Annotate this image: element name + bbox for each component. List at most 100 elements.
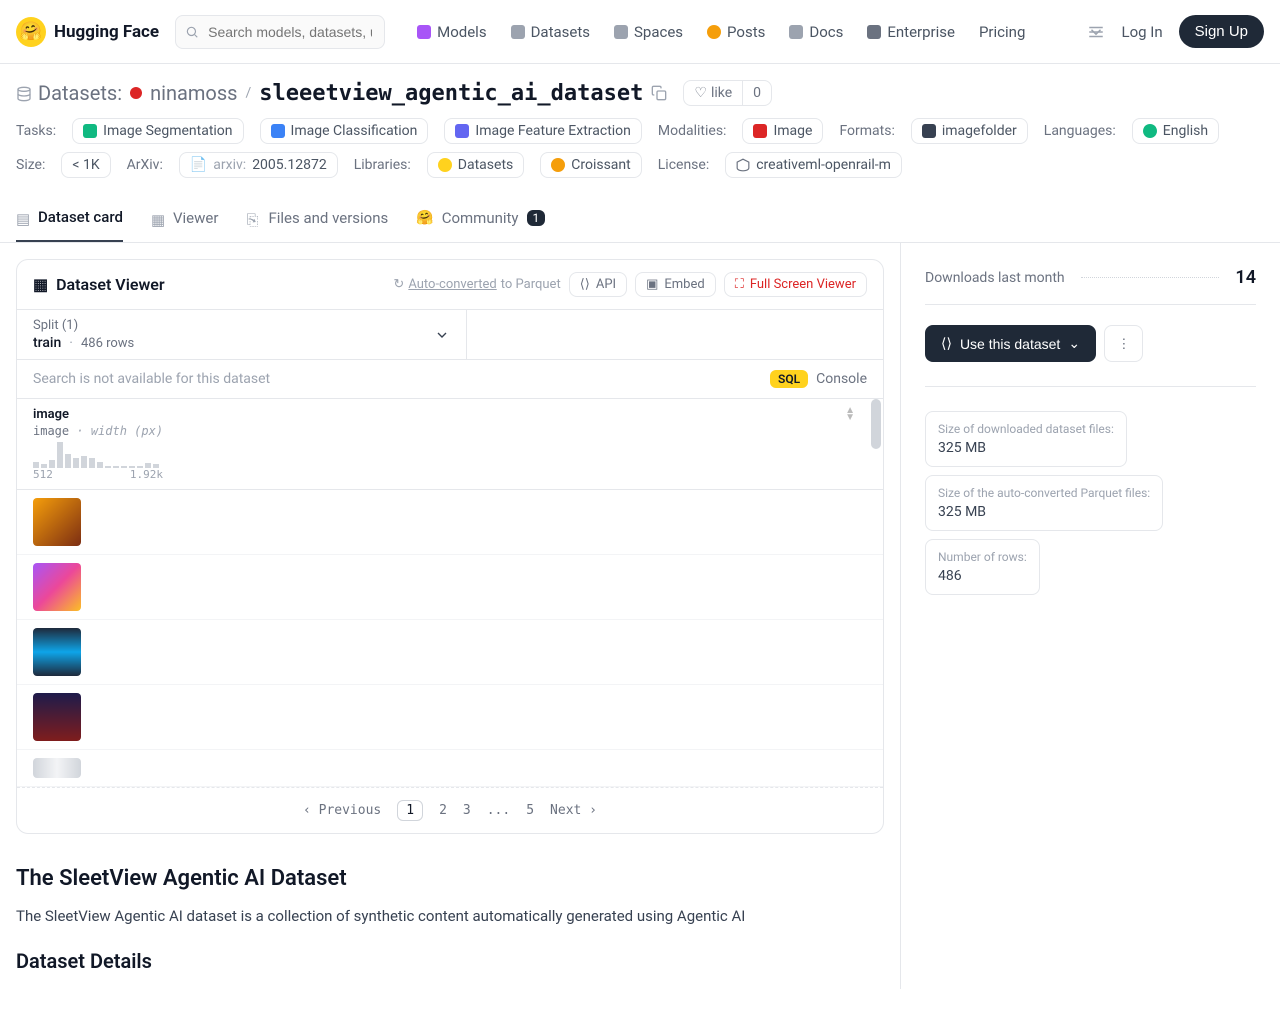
readme-subheading: Dataset Details [16, 949, 884, 973]
divider-line [1081, 277, 1220, 278]
nav-enterprise[interactable]: Enterprise [867, 23, 955, 41]
split-empty [467, 310, 884, 359]
tag-arxiv[interactable]: 📄 arxiv:2005.12872 [179, 152, 338, 178]
community-icon: 🤗 [416, 210, 433, 226]
building-icon [867, 25, 881, 39]
card-icon: ▤ [16, 210, 30, 224]
tab-community[interactable]: 🤗 Community 1 [416, 194, 545, 242]
fullscreen-button[interactable]: ⛶ Full Screen Viewer [724, 272, 867, 297]
tag-task-feature[interactable]: Image Feature Extraction [444, 118, 642, 144]
width-histogram [33, 442, 867, 468]
nav-docs[interactable]: Docs [789, 23, 843, 41]
hf-icon [438, 158, 452, 172]
stat-parquet-size[interactable]: Size of the auto-converted Parquet files… [925, 475, 1163, 531]
search-input[interactable] [175, 15, 385, 49]
table-row[interactable] [17, 750, 883, 787]
tag-format[interactable]: imagefolder [911, 118, 1028, 144]
page-ellipsis: ... [487, 803, 510, 818]
page-2[interactable]: 2 [439, 803, 447, 818]
like-button[interactable]: ♡ like [684, 81, 742, 105]
tag-lib-datasets[interactable]: Datasets [427, 152, 524, 178]
downloads-value: 14 [1235, 267, 1256, 288]
arxiv-label: ArXiv: [127, 157, 163, 173]
nav-datasets[interactable]: Datasets [511, 23, 590, 41]
sql-console-button[interactable]: SQL Console [770, 370, 867, 388]
embed-button[interactable]: ▣ Embed [635, 272, 716, 297]
doc-icon: 📄 [190, 157, 207, 173]
nav-spaces[interactable]: Spaces [614, 23, 683, 41]
header-right: Log In Sign Up [1087, 15, 1264, 48]
copy-icon[interactable] [651, 85, 667, 101]
tag-size[interactable]: < 1K [61, 152, 110, 178]
table-row[interactable] [17, 555, 883, 620]
nav-models[interactable]: Models [417, 23, 486, 41]
search-icon [185, 25, 199, 39]
stat-boxes: Size of downloaded dataset files: 325 MB… [925, 411, 1256, 595]
page-tabs: ▤ Dataset card ▦ Viewer ⎘ Files and vers… [0, 194, 1280, 243]
grid-icon [614, 25, 628, 39]
readme-intro: The SleetView Agentic AI dataset is a co… [16, 907, 884, 925]
page-5[interactable]: 5 [526, 803, 534, 818]
next-button[interactable]: Next › [550, 803, 597, 818]
right-column: Downloads last month 14 ⟨⟩ Use this data… [900, 243, 1280, 989]
languages-label: Languages: [1044, 123, 1116, 139]
tag-lib-croissant[interactable]: Croissant [540, 152, 642, 178]
dataset-viewer-box: ▦ Dataset Viewer ↻ Auto-converted to Par… [16, 259, 884, 834]
left-column: ▦ Dataset Viewer ↻ Auto-converted to Par… [0, 243, 900, 989]
main-content: ▦ Dataset Viewer ↻ Auto-converted to Par… [0, 243, 1280, 989]
refresh-icon: ↻ [393, 277, 404, 292]
tag-task-segmentation[interactable]: Image Segmentation [72, 118, 243, 144]
main-nav: Models Datasets Spaces Posts Docs Enterp… [417, 23, 1025, 41]
api-button[interactable]: ⟨⟩ API [569, 272, 627, 297]
tag-modality-image[interactable]: Image [742, 118, 823, 144]
book-icon [789, 25, 803, 39]
chevron-down-icon [434, 327, 450, 343]
menu-icon[interactable] [1087, 23, 1105, 41]
downloads-stat: Downloads last month 14 [925, 267, 1256, 288]
sort-icon[interactable]: ▲▼ [845, 407, 855, 421]
tag-task-classification[interactable]: Image Classification [260, 118, 429, 144]
tag-license[interactable]: creativeml-openrail-m [725, 152, 902, 178]
globe-icon [1143, 124, 1157, 138]
tags-row-1: Tasks: Image Segmentation Image Classifi… [16, 118, 1264, 144]
signup-button[interactable]: Sign Up [1179, 15, 1264, 48]
viewer-search-row: Search is not available for this dataset… [17, 359, 883, 398]
table-row[interactable] [17, 620, 883, 685]
global-search[interactable] [175, 15, 385, 49]
brand-logo[interactable]: 🤗 Hugging Face [16, 17, 159, 47]
heart-icon: ♡ [694, 85, 707, 101]
tab-files[interactable]: ⎘ Files and versions [246, 194, 388, 242]
more-options-button[interactable]: ⋮ [1104, 325, 1143, 362]
table-body[interactable] [17, 490, 883, 787]
stat-rows[interactable]: Number of rows: 486 [925, 539, 1040, 595]
viewer-title: ▦ Dataset Viewer [33, 275, 165, 294]
top-header: 🤗 Hugging Face Models Datasets Spaces Po… [0, 0, 1280, 64]
stat-downloaded-size[interactable]: Size of downloaded dataset files: 325 MB [925, 411, 1127, 467]
nav-pricing[interactable]: Pricing [979, 23, 1025, 41]
segment-icon [83, 124, 97, 138]
dots-icon: ⋮ [1117, 336, 1130, 351]
files-icon: ⎘ [246, 211, 260, 225]
table-row[interactable] [17, 685, 883, 750]
size-label: Size: [16, 157, 45, 173]
auto-convert-link[interactable]: ↻ Auto-converted to Parquet [393, 277, 560, 292]
tag-language[interactable]: English [1132, 118, 1219, 144]
use-dataset-button[interactable]: ⟨⟩ Use this dataset ⌄ [925, 325, 1096, 362]
login-link[interactable]: Log In [1121, 23, 1162, 41]
prev-button[interactable]: ‹ Previous [303, 803, 381, 818]
readme-heading: The SleetView Agentic AI Dataset [16, 866, 884, 891]
page-3[interactable]: 3 [463, 803, 471, 818]
page-1[interactable]: 1 [397, 800, 423, 821]
chevron-down-icon: ⌄ [1068, 335, 1080, 352]
embed-icon: ▣ [646, 277, 658, 292]
split-dropdown[interactable]: Split (1) train · 486 rows [17, 310, 467, 359]
scrollbar-thumb[interactable] [871, 399, 881, 449]
column-header[interactable]: image image · width (px) ▲▼ [17, 399, 883, 490]
nav-posts[interactable]: Posts [707, 23, 765, 41]
tab-viewer[interactable]: ▦ Viewer [151, 194, 218, 242]
table-row[interactable] [17, 490, 883, 555]
owner-link[interactable]: ninamoss [150, 81, 237, 105]
tab-dataset-card[interactable]: ▤ Dataset card [16, 194, 123, 242]
code-icon: ⟨⟩ [941, 335, 952, 352]
pagination: ‹ Previous 1 2 3 ... 5 Next › [17, 787, 883, 833]
